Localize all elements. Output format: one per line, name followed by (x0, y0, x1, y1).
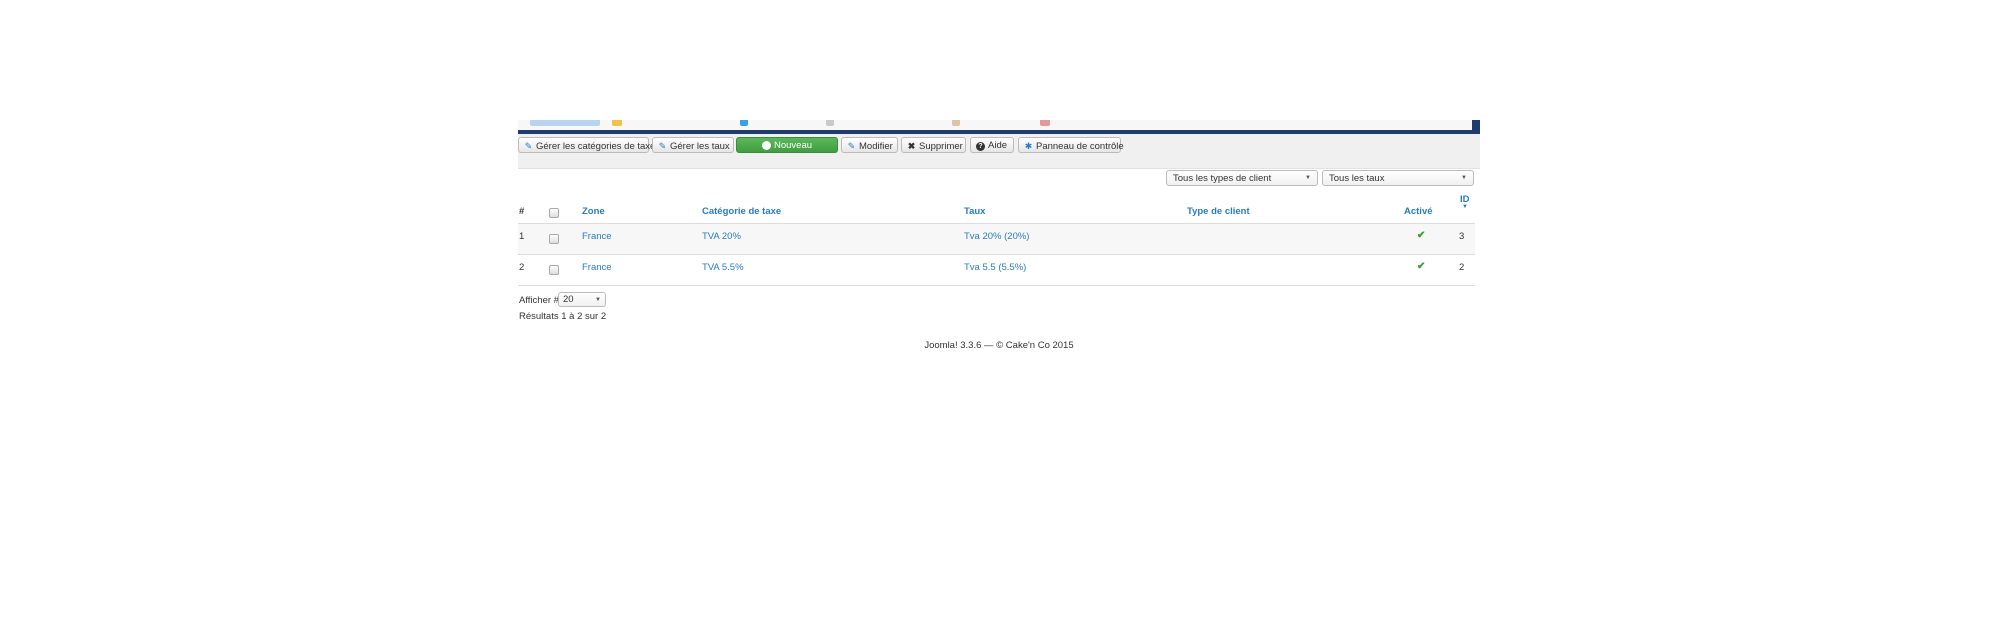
control-panel-button[interactable]: ✱ Panneau de contrôle (1018, 137, 1124, 153)
edit-icon: ✎ (658, 141, 667, 151)
table-row: 1 France TVA 20% Tva 20% (20%) ✔ 3 (518, 223, 1475, 254)
nav-icon[interactable] (826, 120, 834, 126)
tax-category-link[interactable]: TVA 5.5% (702, 262, 744, 273)
tax-category-link[interactable]: TVA 20% (702, 231, 741, 242)
nav-icon[interactable] (740, 120, 748, 126)
sort-descending-icon: ▼ (1462, 204, 1468, 210)
pagination-limit-select[interactable]: 20 ▼ (558, 292, 606, 307)
edit-icon: ✎ (847, 141, 856, 151)
chevron-down-icon: ▼ (595, 297, 601, 303)
rate-link[interactable]: Tva 20% (20%) (964, 231, 1029, 242)
column-header-rate[interactable]: Taux (964, 206, 985, 217)
manage-rates-button[interactable]: ✎ Gérer les taux (652, 137, 734, 153)
manage-tax-categories-button[interactable]: ✎ Gérer les catégories de taxe (518, 137, 655, 153)
nav-icon[interactable] (612, 120, 622, 126)
column-header-tax-category[interactable]: Catégorie de taxe (702, 206, 781, 217)
client-type-filter-select[interactable]: Tous les types de client ▼ (1166, 170, 1318, 186)
edit-icon: ✎ (524, 141, 533, 151)
column-header-client-type[interactable]: Type de client (1187, 206, 1250, 217)
rate-link[interactable]: Tva 5.5 (5.5%) (964, 262, 1026, 273)
zone-link[interactable]: France (582, 231, 612, 242)
row-id: 2 (1459, 262, 1465, 273)
plus-circle-icon: + (761, 140, 771, 150)
delete-button[interactable]: ✖ Supprimer (901, 137, 966, 153)
pagination-results: Résultats 1 à 2 sur 2 (519, 311, 607, 322)
row-number: 2 (519, 262, 525, 273)
footer-text: Joomla! 3.3.6 — © Cake'n Co 2015 (924, 340, 1074, 351)
edit-button[interactable]: ✎ Modifier (841, 137, 898, 153)
header-bar-edge (1472, 120, 1480, 130)
zone-link[interactable]: France (582, 262, 612, 273)
nav-icon[interactable] (952, 120, 960, 126)
chevron-down-icon: ▼ (1305, 175, 1311, 181)
table-row: 2 France TVA 5.5% Tva 5.5 (5.5%) ✔ 2 (518, 254, 1475, 285)
top-navigation-bar (518, 120, 1480, 134)
nav-tab-active[interactable] (530, 120, 600, 126)
row-id: 3 (1459, 231, 1465, 242)
chevron-down-icon: ▼ (1461, 175, 1467, 181)
close-icon: ✖ (907, 141, 916, 151)
help-icon: ? (976, 142, 985, 151)
pagination-show-label: Afficher # (519, 295, 559, 306)
help-button[interactable]: ? Aide (970, 137, 1014, 153)
check-icon[interactable]: ✔ (1417, 261, 1425, 272)
nav-icon[interactable] (1040, 120, 1050, 126)
row-checkbox[interactable] (549, 265, 559, 275)
select-all-checkbox[interactable] (549, 208, 559, 218)
row-checkbox[interactable] (549, 234, 559, 244)
column-header-zone[interactable]: Zone (582, 206, 605, 217)
gear-icon: ✱ (1024, 141, 1033, 151)
check-icon[interactable]: ✔ (1417, 230, 1425, 241)
column-header-active[interactable]: Activé (1404, 206, 1433, 217)
rates-filter-select[interactable]: Tous les taux ▼ (1322, 170, 1474, 186)
column-header-number: # (519, 206, 525, 217)
row-number: 1 (519, 231, 525, 242)
new-button[interactable]: + Nouveau (736, 137, 838, 153)
table-bottom-border (518, 285, 1475, 286)
